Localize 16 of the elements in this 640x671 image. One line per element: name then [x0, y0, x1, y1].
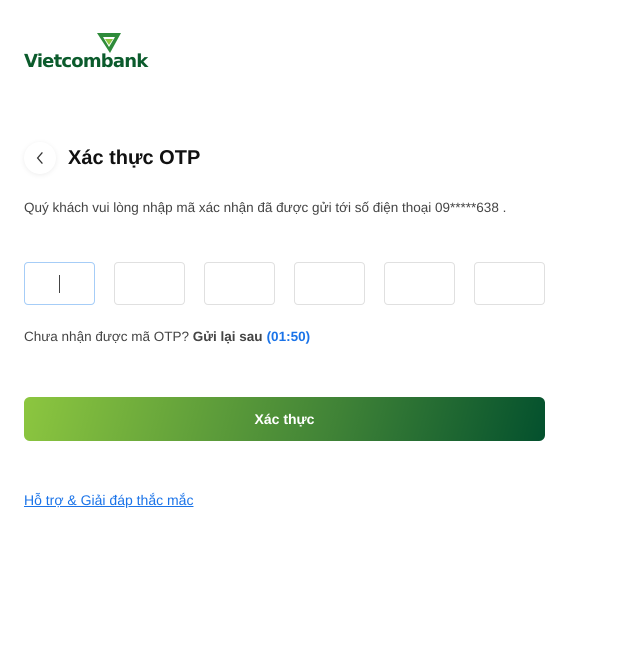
otp-digit-field[interactable] [294, 262, 365, 305]
otp-digit-field[interactable] [114, 262, 185, 305]
instruction-text: Quý khách vui lòng nhập mã xác nhận đã được gửi tới số điện thoại 09*****638 . [24, 200, 508, 215]
otp-digit-field[interactable] [474, 262, 545, 305]
back-icon [36, 151, 44, 165]
page-title: Xác thực OTP [68, 146, 200, 170]
otp-digit-field[interactable] [384, 262, 455, 305]
help-link[interactable]: Hỗ trợ & Giải đáp thắc mắc [24, 492, 194, 508]
resend-text: Chưa nhận được mã OTP? Gửi lại sau [24, 329, 263, 344]
otp-digit-field[interactable] [24, 262, 95, 305]
back-button[interactable] [24, 142, 56, 174]
logo-text: Vietcombank [24, 51, 148, 72]
countdown-timer: (01:50) [266, 329, 310, 344]
submit-button[interactable]: Xác thực [24, 397, 545, 441]
otp-digit-field[interactable] [204, 262, 275, 305]
logo-icon [96, 32, 122, 54]
